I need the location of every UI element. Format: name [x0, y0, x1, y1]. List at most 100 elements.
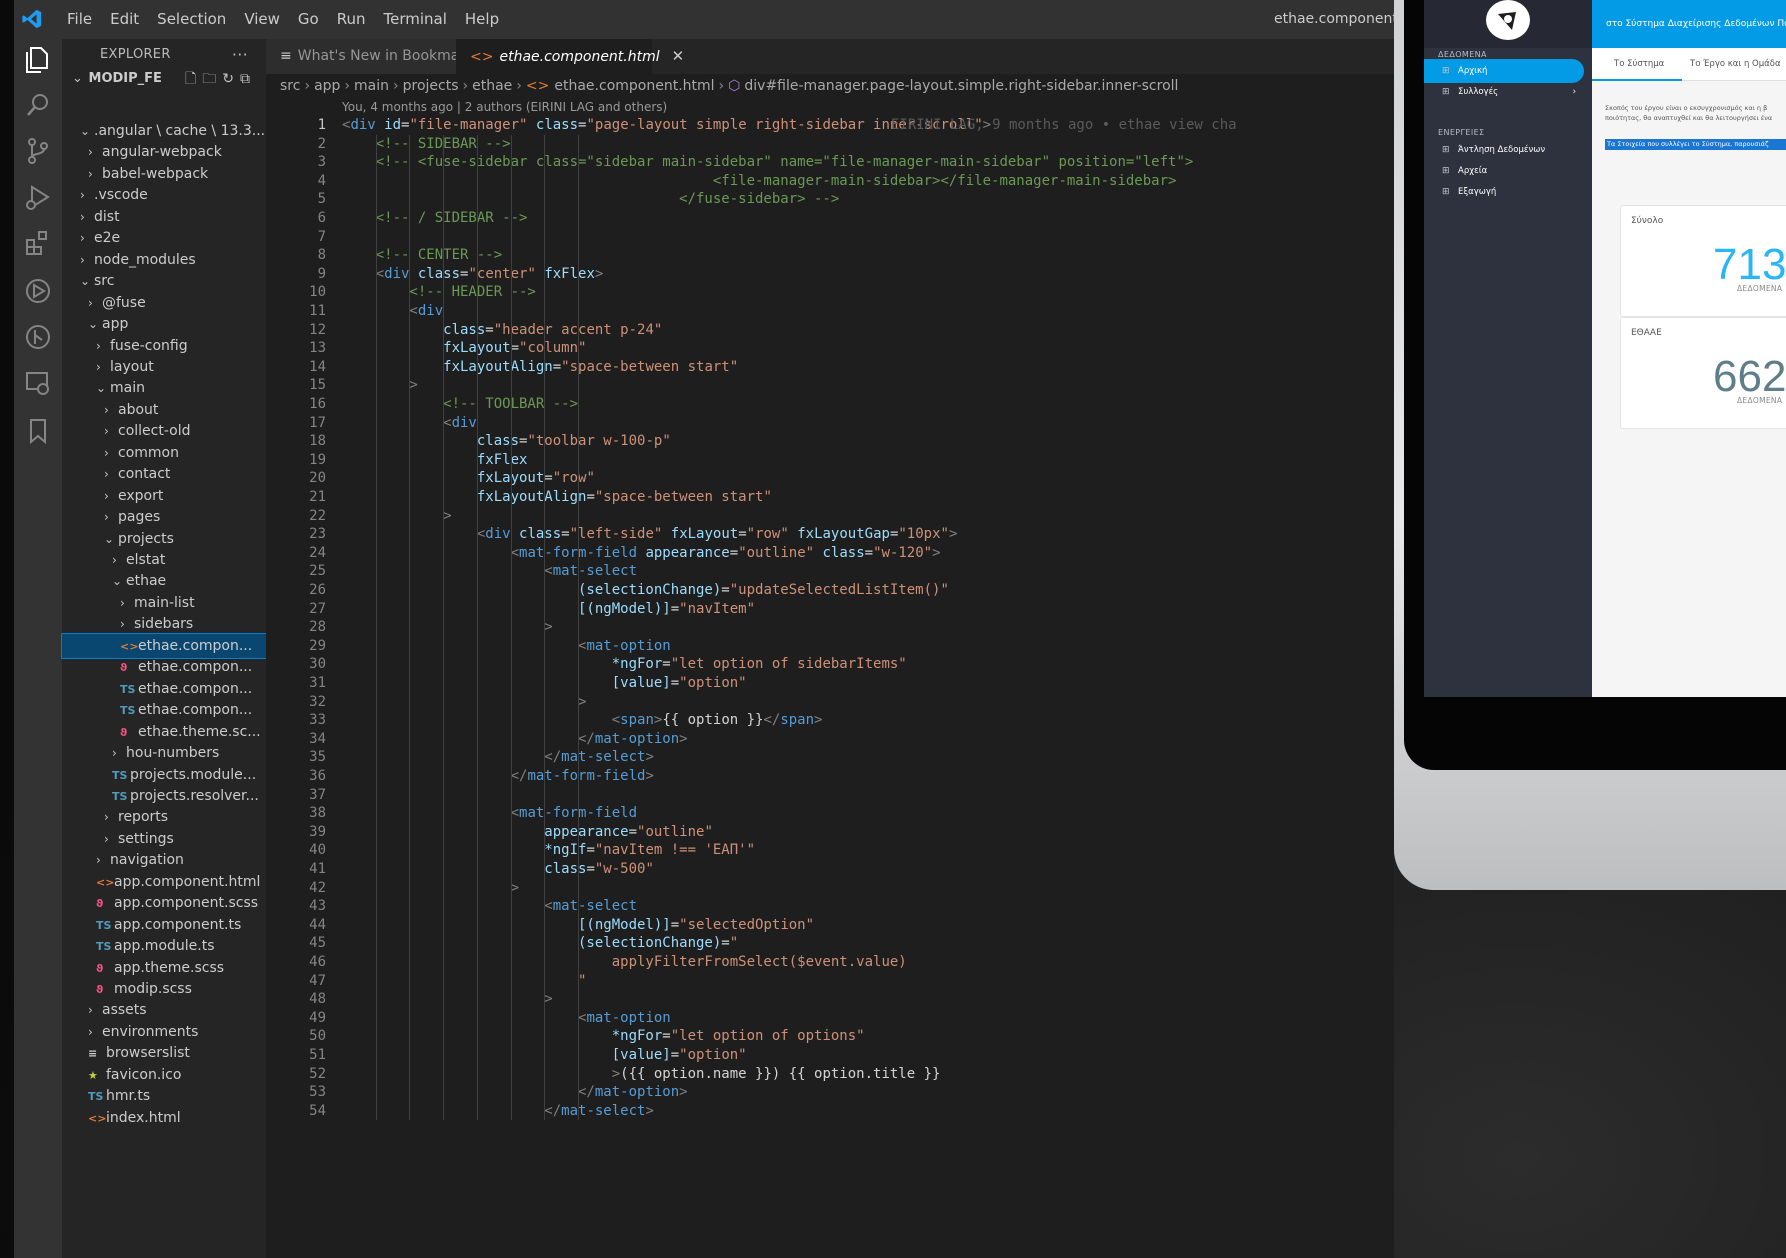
menu-item-view[interactable]: View: [235, 10, 289, 28]
menu-item-file[interactable]: File: [58, 10, 101, 28]
code-line[interactable]: <!-- / SIDEBAR -->: [342, 209, 528, 228]
code-line[interactable]: fxLayoutAlign="space-between start": [342, 488, 772, 507]
code-line[interactable]: <file-manager-main-sidebar></file-manage…: [342, 172, 1177, 191]
code-line[interactable]: *ngFor="let option of options": [342, 1027, 865, 1046]
tree-folder[interactable]: › dist: [62, 205, 266, 229]
code-line[interactable]: *ngFor="let option of sidebarItems": [342, 655, 907, 674]
explorer-root-folder[interactable]: ⌄ MODIP_FE 🗋🗀↻⧉: [62, 67, 266, 91]
tree-file[interactable]: TS app.component.ts: [62, 913, 266, 937]
code-line[interactable]: <mat-select: [342, 562, 637, 581]
code-line[interactable]: <div: [342, 302, 443, 321]
code-line[interactable]: <!-- <fuse-sidebar class="sidebar main-s…: [342, 153, 1194, 172]
breadcrumb-item[interactable]: div#file-manager.page-layout.simple.righ…: [744, 78, 1178, 94]
code-line[interactable]: <div class="center" fxFlex>: [342, 265, 604, 284]
code-line[interactable]: <!-- SIDEBAR -->: [342, 135, 511, 154]
code-line[interactable]: <mat-option: [342, 637, 671, 656]
tree-folder[interactable]: › .vscode: [62, 183, 266, 207]
tab-ethae-component[interactable]: <> ethae.component.html ✕: [456, 39, 684, 74]
tree-folder[interactable]: › angular-webpack: [62, 140, 266, 164]
tree-file[interactable]: ≡ browserslist: [62, 1041, 266, 1065]
code-line[interactable]: class="toolbar w-100-p": [342, 432, 671, 451]
code-editor[interactable]: You, 4 months ago | 2 authors (EIRINI LA…: [266, 98, 1394, 1258]
code-line[interactable]: >: [342, 507, 451, 526]
tree-folder[interactable]: ⌄ main: [62, 376, 266, 400]
tree-file[interactable]: TS ethae.compon...: [62, 698, 266, 722]
tree-folder[interactable]: › main-list: [62, 591, 266, 615]
tree-folder[interactable]: ⌄ ethae: [62, 569, 266, 593]
code-line[interactable]: <mat-form-field: [342, 804, 637, 823]
code-line[interactable]: [(ngModel)]="navItem": [342, 600, 755, 619]
tree-folder[interactable]: › settings: [62, 827, 266, 851]
breadcrumb-item[interactable]: app: [314, 78, 340, 94]
breadcrumb-item[interactable]: ethae.component.html: [554, 78, 714, 94]
menu-item-help[interactable]: Help: [456, 10, 508, 28]
code-line[interactable]: >: [342, 376, 417, 395]
tree-folder[interactable]: › reports: [62, 805, 266, 829]
tree-file[interactable]: <>index.html: [62, 1106, 266, 1130]
code-line[interactable]: </mat-form-field>: [342, 767, 654, 786]
webapp-tab-project[interactable]: Το Έργο και η Ομάδα: [1690, 59, 1781, 69]
tree-file[interactable]: TS projects.module...: [62, 763, 266, 787]
tree-folder[interactable]: › pages: [62, 505, 266, 529]
code-line[interactable]: fxLayoutAlign="space-between start": [342, 358, 738, 377]
tree-folder[interactable]: › elstat: [62, 548, 266, 572]
menu-item-terminal[interactable]: Terminal: [375, 10, 456, 28]
code-line[interactable]: </mat-option>: [342, 730, 688, 749]
breadcrumb-item[interactable]: projects: [403, 78, 459, 94]
code-line[interactable]: appearance="outline": [342, 823, 713, 842]
tree-folder[interactable]: › collect-old: [62, 419, 266, 443]
tree-folder[interactable]: › common: [62, 441, 266, 465]
webapp-nav-item[interactable]: ⊞ Συλλογές ›: [1424, 80, 1584, 104]
code-line[interactable]: </mat-option>: [342, 1083, 688, 1102]
tree-file[interactable]: TS ethae.compon...: [62, 677, 266, 701]
tree-folder[interactable]: › contact: [62, 462, 266, 486]
tree-folder[interactable]: › @fuse: [62, 291, 266, 315]
code-line[interactable]: >({{ option.name }}) {{ option.title }}: [342, 1065, 941, 1084]
code-line[interactable]: (selectionChange)="updateSelectedListIte…: [342, 581, 949, 600]
code-line[interactable]: <!-- HEADER -->: [342, 283, 535, 302]
breadcrumb-item[interactable]: ethae: [472, 78, 512, 94]
tree-folder[interactable]: › hou-numbers: [62, 741, 266, 765]
source-control-icon[interactable]: [22, 135, 54, 167]
tree-folder[interactable]: › about: [62, 398, 266, 422]
tree-folder[interactable]: ⌄ app: [62, 312, 266, 336]
code-line[interactable]: </mat-select>: [342, 1102, 654, 1121]
code-line[interactable]: >: [342, 693, 586, 712]
code-line[interactable]: </mat-select>: [342, 748, 654, 767]
code-line[interactable]: <div class="left-side" fxLayout="row" fx…: [342, 525, 958, 544]
tree-folder[interactable]: ⌄ src: [62, 269, 266, 293]
tree-folder[interactable]: › node_modules: [62, 248, 266, 272]
code-line[interactable]: >: [342, 990, 552, 1009]
search-icon[interactable]: [22, 89, 54, 121]
menu-item-go[interactable]: Go: [289, 10, 328, 28]
tree-file[interactable]: TS hmr.ts: [62, 1084, 266, 1108]
webapp-nav-item[interactable]: ⊞ Εξαγωγή: [1424, 180, 1584, 204]
tree-folder[interactable]: › babel-webpack: [62, 162, 266, 186]
timeline-icon[interactable]: [22, 275, 54, 307]
code-line[interactable]: <!-- CENTER -->: [342, 246, 502, 265]
code-line[interactable]: <span>{{ option }}</span>: [342, 711, 823, 730]
code-line[interactable]: (selectionChange)=": [342, 934, 738, 953]
code-line[interactable]: ": [342, 972, 586, 991]
extensions-icon[interactable]: [22, 227, 54, 259]
tree-folder[interactable]: › sidebars: [62, 612, 266, 636]
tree-folder[interactable]: › assets: [62, 998, 266, 1022]
tab-whats-new-bookmarks[interactable]: ≡ What's New in Bookmarks: [266, 39, 481, 74]
code-line[interactable]: fxLayout="column": [342, 339, 586, 358]
tree-folder[interactable]: › fuse-config: [62, 334, 266, 358]
tree-folder[interactable]: ⌄ .angular \ cache \ 13.3....: [62, 119, 266, 143]
code-line[interactable]: applyFilterFromSelect($event.value): [342, 953, 907, 972]
code-line[interactable]: class="header accent p-24": [342, 321, 662, 340]
bookmarks-icon[interactable]: [22, 415, 54, 447]
code-line[interactable]: </fuse-sidebar> -->: [342, 190, 839, 209]
tree-file[interactable]: <>app.component.html: [62, 870, 266, 894]
code-line[interactable]: >: [342, 618, 552, 637]
webapp-tab-system[interactable]: Το Σύστημα: [1614, 59, 1664, 69]
tree-file[interactable]: TS app.module.ts: [62, 934, 266, 958]
tree-folder[interactable]: › layout: [62, 355, 266, 379]
code-line[interactable]: <mat-select: [342, 897, 637, 916]
tree-file[interactable]: ϑ app.theme.scss: [62, 956, 266, 980]
tree-folder[interactable]: › navigation: [62, 848, 266, 872]
tree-folder[interactable]: › environments: [62, 1020, 266, 1044]
code-line[interactable]: >: [342, 879, 519, 898]
